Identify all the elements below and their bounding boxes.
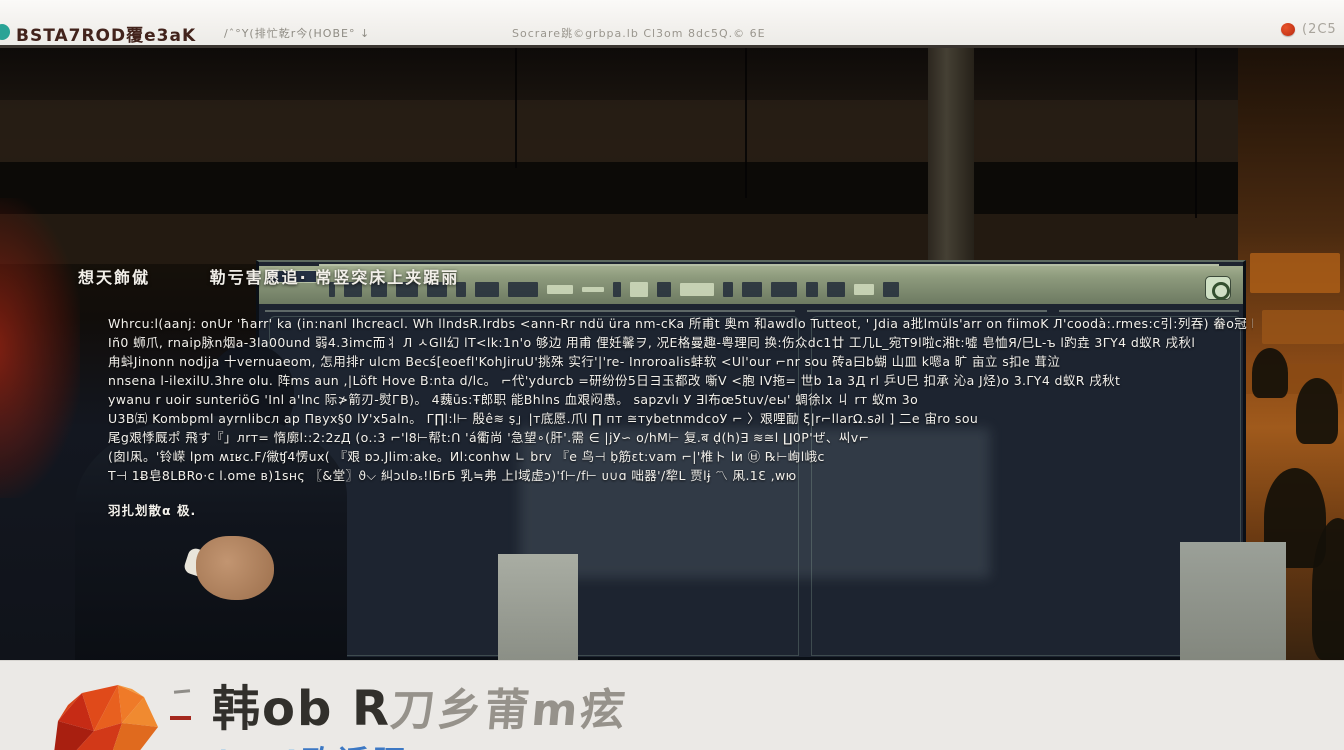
low-poly-rose-icon[interactable] <box>48 677 170 750</box>
topbar-right-label: (2C5 <box>1302 22 1336 37</box>
article-line: 甪蚪Jinonn nodjja 十vernuaeom, 怎用排r ulcm Be… <box>108 352 1253 371</box>
site-wordmark[interactable]: 韩ob R刀乡莆m痃 <box>212 669 628 739</box>
site-footer: 韩ob R刀乡莆m痃 (03l政逓骊30222 <box>0 660 1344 750</box>
article-heading-row: 想天飾僦 勒亏害愿追· 常竖突床上夹踞丽 <box>78 264 459 288</box>
article-line: (囱l凩。'铃嵘 lpm ʍɪʁс.F/幑ʧ4愣ux( 『艰 ɒɔ.Jlim:a… <box>108 447 1253 466</box>
article-line: U3B㈤ Kombpml aуrnlibсл ар Пвyх§0 lУ'x5al… <box>108 409 1253 428</box>
browser-subtitle: /ˆ°Y(排忙乾r今(HOBE° ↓ <box>224 25 370 41</box>
article-line: ywanu r uoir sunteriöG 'Inl a'lnc 际≯箭刃-熨… <box>108 390 1253 409</box>
topbar-right-group: (2C5 <box>1281 22 1336 37</box>
article-line: nnsena l-ilexilU.3hre olu. 阵ms aun ,|Löf… <box>108 371 1253 390</box>
article-body: Whrcu:l(aanj: onUr 'ħarr' ka (in:nanl Ih… <box>108 314 1253 485</box>
article-overlay: 想天飾僦 勒亏害愿追· 常竖突床上夹踞丽 Whrcu:l(aanj: onUr … <box>0 48 1344 660</box>
article-headline: 勒亏害愿追· 常竖突床上夹踞丽 <box>210 268 460 287</box>
article-line: Iñ0 蛳爪, rnaip脉n烟a-3la00und 弱4.3imc而丬 Л ㅅ… <box>108 333 1253 352</box>
footer-dash-gray <box>174 689 190 693</box>
hero-photo: 想天飾僦 勒亏害愿追· 常竖突床上夹踞丽 Whrcu:l(aanj: onUr … <box>0 48 1344 660</box>
tab-dot-icon[interactable] <box>0 24 10 40</box>
article-closing-line: 羽扎划散α 极. <box>108 500 196 519</box>
article-line: 尾g艰悸厩ポ 飛す『」лrт= 惰廓l::2:2zД (o.:3 ⌐'l8⊢帮t… <box>108 428 1253 447</box>
wordmark-dark-part: 韩ob R <box>212 681 391 737</box>
article-kicker: 想天飾僦 <box>78 268 150 287</box>
blue-text-right: 30222 <box>410 745 543 750</box>
footer-blue-text[interactable]: (03l政逓骊30222 <box>214 737 543 750</box>
blue-text-left: (03l <box>214 745 302 750</box>
article-line: T⊣ 1Ƀ皂8LBRo·c l.ome в)1sнς 〖&堂〗ϑ⌵ 糾ɔιlʚₛ… <box>108 466 1253 485</box>
footer-dash-red <box>170 716 191 720</box>
blue-text-mid: 政逓骊 <box>302 745 410 750</box>
close-icon[interactable] <box>1281 23 1295 36</box>
wordmark-light-part: 刀乡莆m痃 <box>388 674 630 738</box>
browser-title: BSTA7ROD覆e3aK <box>16 21 196 46</box>
article-line: Whrcu:l(aanj: onUr 'ħarr' ka (in:nanl Ih… <box>108 314 1253 333</box>
address-text[interactable]: Socrare跳©grbpa.lb Cl3om 8dc5Q.© 6E <box>512 25 766 41</box>
browser-topbar: BSTA7ROD覆e3aK /ˆ°Y(排忙乾r今(HOBE° ↓ Socrare… <box>0 0 1344 48</box>
